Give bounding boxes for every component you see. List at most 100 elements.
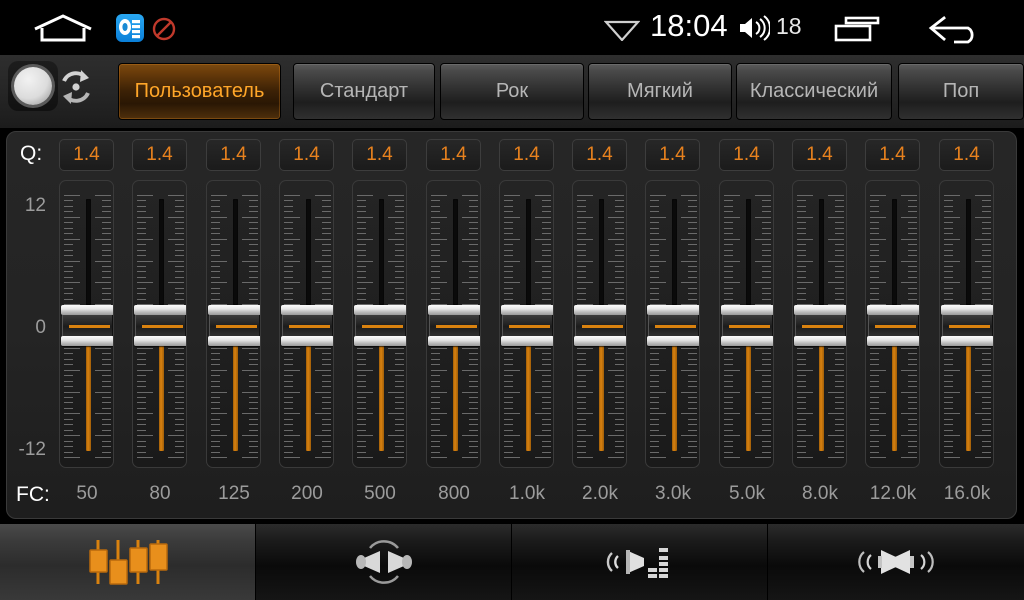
q-value-box[interactable]: 1.4 — [206, 139, 261, 171]
fc-frequency-label: 80 — [149, 483, 171, 504]
eq-slider[interactable] — [206, 180, 261, 468]
q-value-box[interactable]: 1.4 — [792, 139, 847, 171]
volume-level: 18 — [776, 13, 802, 39]
slider-thumb[interactable] — [354, 305, 406, 346]
slider-track-upper — [672, 199, 677, 305]
rotary-knob-icon[interactable] — [8, 61, 58, 111]
slider-thumb-cap-top — [354, 305, 406, 315]
balance-fader-icon — [355, 540, 412, 584]
slider-track-fill — [966, 344, 971, 451]
slider-track-fill — [526, 344, 531, 451]
slider-thumb-body — [575, 315, 626, 336]
slider-thumb-body — [429, 315, 480, 336]
eq-slider[interactable] — [279, 180, 334, 468]
slider-thumb-indicator — [362, 325, 403, 328]
q-value-box[interactable]: 1.4 — [499, 139, 554, 171]
slider-thumb[interactable] — [134, 305, 186, 346]
eq-slider[interactable] — [645, 180, 700, 468]
slider-thumb-cap-top — [281, 305, 333, 315]
slider-thumb[interactable] — [647, 305, 699, 346]
wifi-icon — [603, 17, 641, 42]
q-value-box[interactable]: 1.4 — [719, 139, 774, 171]
slider-thumb[interactable] — [428, 305, 480, 346]
slider-thumb-indicator — [509, 325, 550, 328]
q-value-box[interactable]: 1.4 — [865, 139, 920, 171]
slider-thumb-cap-bottom — [501, 336, 553, 346]
slider-track-upper — [86, 199, 91, 305]
preset-button-pop[interactable]: Поп — [898, 63, 1024, 120]
slider-thumb-cap-top — [501, 305, 553, 315]
slider-thumb-body — [355, 315, 406, 336]
slider-thumb[interactable] — [721, 305, 773, 346]
slider-track-fill — [453, 344, 458, 451]
status-time: 18:04 — [650, 8, 728, 43]
slider-thumb[interactable] — [867, 305, 919, 346]
eq-slider[interactable] — [572, 180, 627, 468]
slider-thumb[interactable] — [281, 305, 333, 346]
slider-thumb-body — [282, 315, 333, 336]
recent-apps-icon[interactable] — [834, 16, 882, 42]
equalizer-app-icon[interactable] — [116, 14, 144, 42]
q-value-box[interactable]: 1.4 — [132, 139, 187, 171]
volume-icon[interactable] — [738, 14, 771, 42]
fc-frequency-label: 3.0k — [655, 483, 691, 504]
slider-thumb[interactable] — [501, 305, 553, 346]
slider-thumb[interactable] — [61, 305, 113, 346]
fc-frequency-label: 5.0k — [729, 483, 765, 504]
eq-slider[interactable] — [59, 180, 114, 468]
tab-equalizer[interactable] — [0, 524, 256, 600]
db-scale-bottom: -12 — [18, 439, 46, 460]
preset-button-user[interactable]: Пользователь — [118, 63, 281, 120]
preset-button-soft[interactable]: Мягкий — [588, 63, 732, 120]
eq-slider[interactable] — [719, 180, 774, 468]
slider-track-upper — [379, 199, 384, 305]
tab-loudness[interactable] — [512, 524, 768, 600]
eq-slider[interactable] — [792, 180, 847, 468]
preset-button-standard[interactable]: Стандарт — [293, 63, 435, 120]
fc-frequency-label: 800 — [438, 483, 470, 504]
slider-thumb-indicator — [655, 325, 696, 328]
q-value-box[interactable]: 1.4 — [59, 139, 114, 171]
slider-track-upper — [966, 199, 971, 305]
q-value-box[interactable]: 1.4 — [572, 139, 627, 171]
slider-thumb-cap-top — [867, 305, 919, 315]
eq-slider[interactable] — [426, 180, 481, 468]
q-value-box[interactable]: 1.4 — [279, 139, 334, 171]
slider-thumb-body — [648, 315, 699, 336]
eq-slider[interactable] — [352, 180, 407, 468]
preset-button-classic[interactable]: Классический — [736, 63, 892, 120]
equalizer-screen: 18:04 18 Пользователь Стандарт Рок Мягки… — [0, 0, 1024, 600]
slider-thumb-cap-top — [208, 305, 260, 315]
slider-thumb-cap-top — [647, 305, 699, 315]
eq-slider[interactable] — [499, 180, 554, 468]
slider-track-upper — [526, 199, 531, 305]
slider-thumb-indicator — [802, 325, 843, 328]
back-arrow-icon[interactable] — [928, 12, 984, 46]
slider-thumb-indicator — [949, 325, 990, 328]
eq-slider[interactable] — [865, 180, 920, 468]
home-icon[interactable] — [32, 14, 94, 42]
slider-thumb-cap-top — [941, 305, 993, 315]
q-value-box[interactable]: 1.4 — [352, 139, 407, 171]
slider-thumb[interactable] — [208, 305, 260, 346]
slider-track-fill — [233, 344, 238, 451]
slider-thumb[interactable] — [941, 305, 993, 346]
slider-thumb-cap-top — [794, 305, 846, 315]
slider-track-fill — [599, 344, 604, 451]
tab-balance-fader[interactable] — [256, 524, 512, 600]
refresh-reset-icon[interactable] — [56, 65, 96, 109]
fc-frequency-label: 200 — [291, 483, 323, 504]
slider-track-fill — [86, 344, 91, 451]
q-value-box[interactable]: 1.4 — [426, 139, 481, 171]
fc-frequency-label: 2.0k — [582, 483, 618, 504]
preset-button-rock[interactable]: Рок — [440, 63, 584, 120]
q-value-box[interactable]: 1.4 — [645, 139, 700, 171]
slider-thumb[interactable] — [574, 305, 626, 346]
tab-surround[interactable] — [768, 524, 1024, 600]
eq-slider[interactable] — [939, 180, 994, 468]
slider-thumb[interactable] — [794, 305, 846, 346]
q-value-box[interactable]: 1.4 — [939, 139, 994, 171]
eq-slider[interactable] — [132, 180, 187, 468]
slider-thumb-cap-bottom — [428, 336, 480, 346]
slider-track-fill — [672, 344, 677, 451]
